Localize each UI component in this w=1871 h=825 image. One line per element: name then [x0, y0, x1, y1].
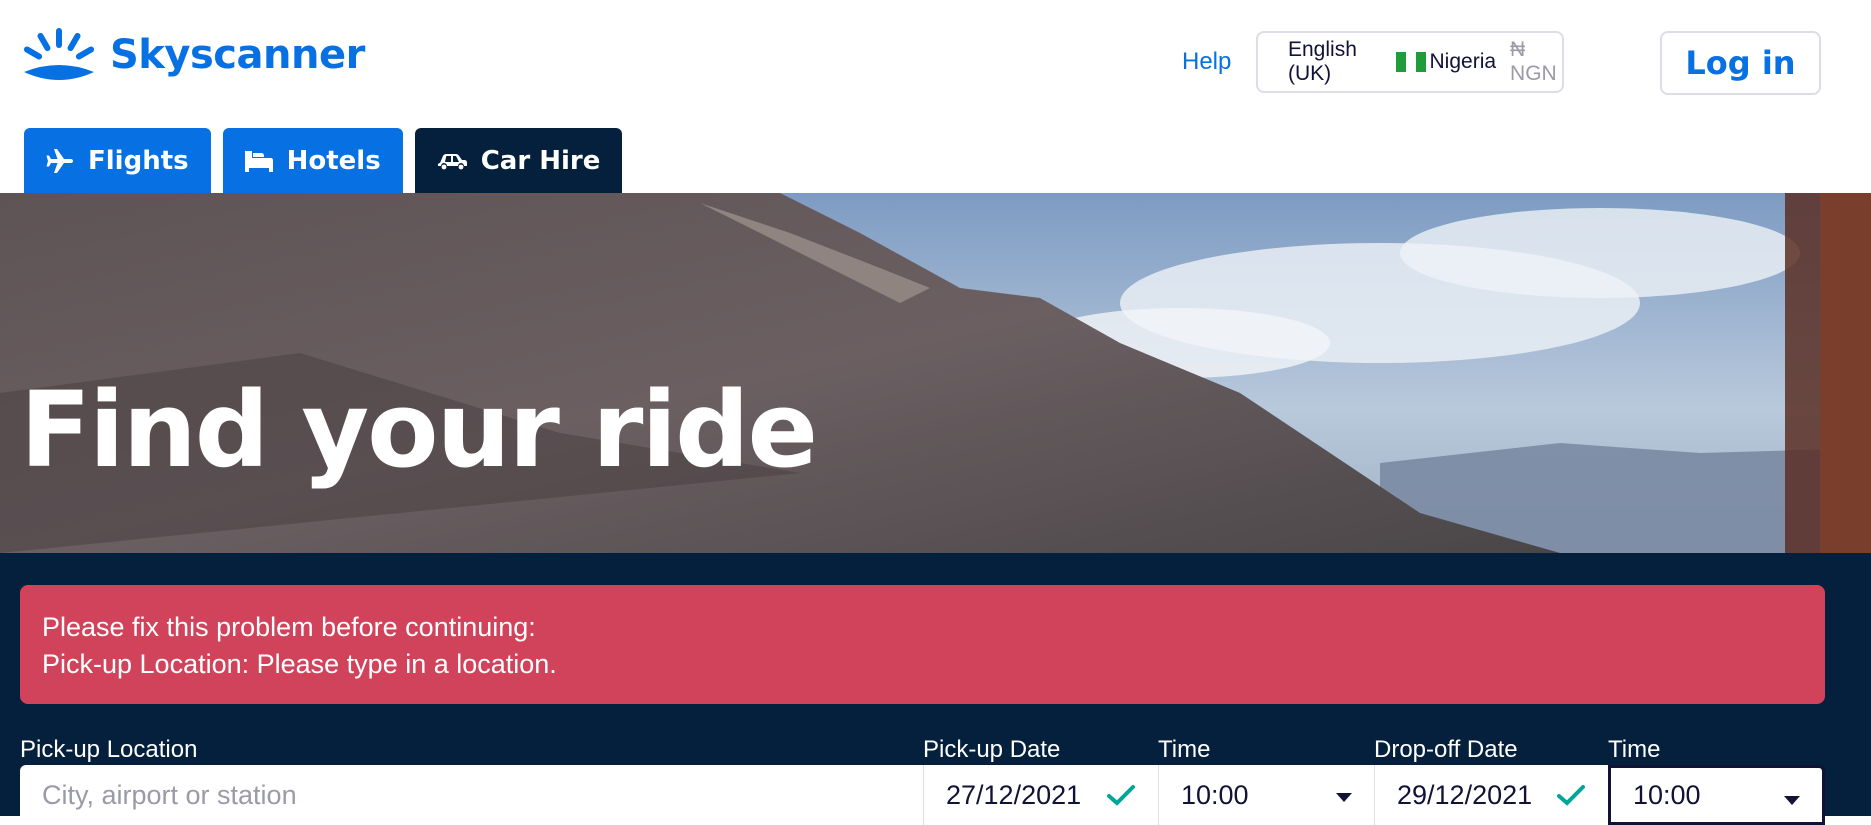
skyscanner-logo[interactable]: Skyscanner [22, 28, 365, 82]
dropoff-time-select[interactable]: 10:00 [1608, 765, 1825, 825]
site-header: Skyscanner Help English (UK) Nigeria ₦ N… [0, 0, 1871, 128]
pickup-time-select[interactable]: 10:00 [1158, 765, 1374, 825]
tab-flights-label: Flights [88, 145, 189, 176]
tab-hotels[interactable]: Hotels [222, 128, 403, 193]
locale-currency-button[interactable]: English (UK) Nigeria ₦ NGN [1256, 31, 1564, 93]
dropoff-date-field[interactable]: 29/12/2021 [1374, 765, 1608, 825]
tab-car-hire[interactable]: Car Hire [414, 128, 623, 193]
pickup-date-label: Pick-up Date [923, 736, 1061, 763]
dropoff-time-value: 10:00 [1633, 779, 1701, 810]
currency-label: ₦ NGN [1510, 38, 1557, 85]
login-button[interactable]: Log in [1660, 31, 1821, 95]
hero-banner: Find your ride [0, 193, 1871, 553]
check-icon [1557, 785, 1585, 806]
error-heading: Please fix this problem before continuin… [42, 612, 536, 642]
check-icon [1107, 785, 1135, 806]
pickup-time-value: 10:00 [1181, 779, 1249, 810]
language-label: English (UK) [1288, 38, 1357, 85]
pickup-date-value: 27/12/2021 [946, 779, 1082, 810]
pickup-date-field[interactable]: 27/12/2021 [923, 765, 1158, 825]
error-detail: Pick-up Location: Please type in a locat… [42, 649, 557, 679]
country-label: Nigeria [1429, 50, 1497, 73]
sunrise-logo-icon [23, 28, 95, 80]
tab-hotels-label: Hotels [286, 145, 381, 176]
pickup-location-placeholder: City, airport or station [42, 779, 297, 810]
hero-title: Find your ride [20, 369, 818, 491]
dropoff-date-value: 29/12/2021 [1397, 779, 1533, 810]
tab-car-hire-label: Car Hire [480, 145, 601, 176]
pickup-location-input[interactable]: City, airport or station [20, 765, 923, 825]
chevron-down-icon [1784, 796, 1800, 805]
nigeria-flag-icon [1396, 52, 1427, 72]
dropoff-time-label: Time [1608, 736, 1661, 763]
product-tabs: Flights Hotels Car Hire [24, 128, 634, 193]
tab-flights[interactable]: Flights [24, 128, 211, 193]
logo-text: Skyscanner [110, 32, 365, 78]
help-link[interactable]: Help [1182, 48, 1231, 76]
pickup-location-label: Pick-up Location [20, 736, 198, 763]
plane-icon [46, 148, 73, 173]
car-icon [437, 153, 467, 169]
dropoff-date-label: Drop-off Date [1374, 736, 1518, 763]
bed-icon [244, 150, 273, 172]
error-message-box: Please fix this problem before continuin… [20, 585, 1825, 704]
pickup-time-label: Time [1158, 736, 1211, 763]
chevron-down-icon [1336, 793, 1352, 802]
